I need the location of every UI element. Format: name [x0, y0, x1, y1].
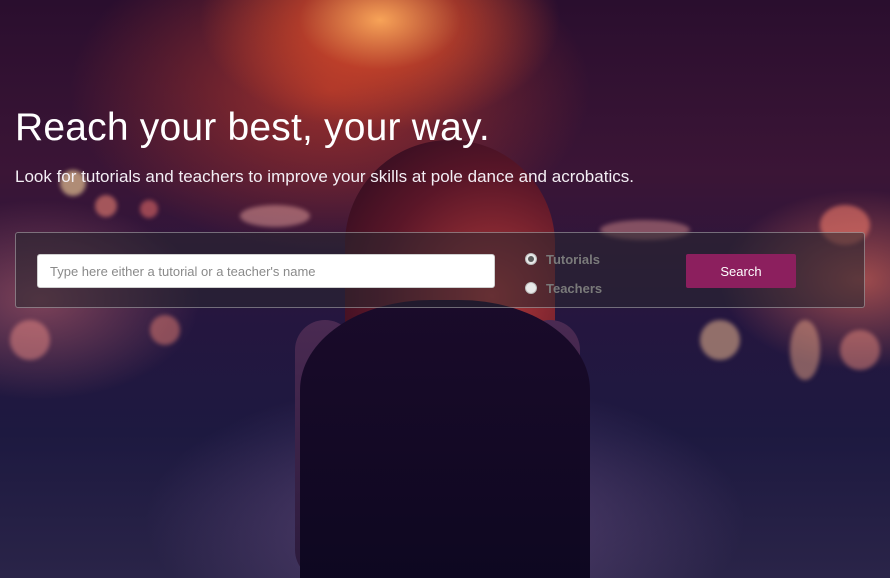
- radio-button-tutorials[interactable]: [525, 253, 537, 265]
- bokeh-light: [700, 320, 740, 360]
- bokeh-light: [140, 200, 158, 218]
- search-button[interactable]: Search: [686, 254, 796, 288]
- radio-button-teachers[interactable]: [525, 282, 537, 294]
- hero-headline: Reach your best, your way.: [15, 106, 490, 149]
- radio-label-tutorials: Tutorials: [546, 251, 600, 267]
- radio-option-tutorials[interactable]: Tutorials: [525, 250, 600, 268]
- bokeh-light: [150, 315, 180, 345]
- person-torso: [300, 300, 590, 578]
- bokeh-light: [95, 195, 117, 217]
- search-input[interactable]: [37, 254, 495, 288]
- bokeh-light: [240, 205, 310, 227]
- bokeh-light: [840, 330, 880, 370]
- search-panel: Tutorials Teachers Search: [15, 232, 865, 308]
- hero-subline: Look for tutorials and teachers to impro…: [15, 167, 634, 186]
- radio-option-teachers[interactable]: Teachers: [525, 279, 602, 297]
- radio-label-teachers: Teachers: [546, 280, 603, 296]
- bokeh-light: [790, 320, 820, 380]
- bokeh-light: [10, 320, 50, 360]
